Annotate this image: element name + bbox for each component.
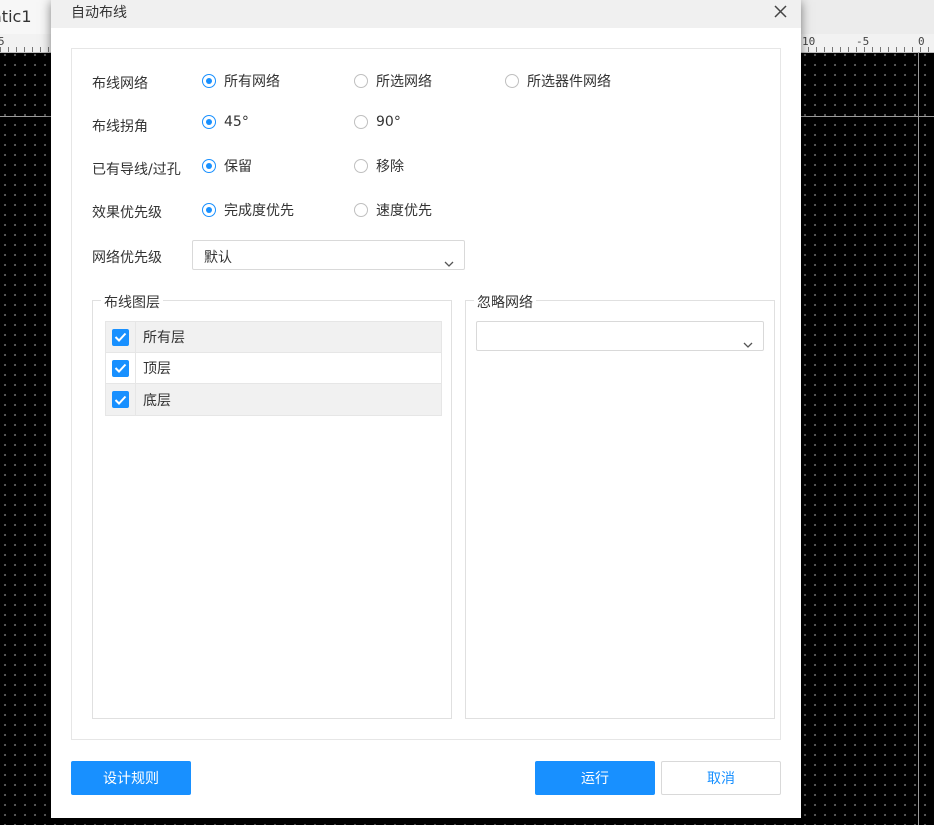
radio-label: 速度优先 — [376, 203, 432, 219]
ignore-nets-select[interactable] — [476, 321, 764, 351]
radio-unchecked-icon — [354, 115, 368, 129]
ignore-nets-title: 忽略网络 — [474, 292, 536, 312]
ruler-right: 10 -5 0 — [800, 34, 934, 53]
net-priority-select[interactable]: 默认 — [192, 240, 465, 270]
dialog-content: 布线网络 所有网络 所选网络 所选器件网络 布线拐角 45° 90° 已有导线/… — [71, 48, 781, 740]
radio-checked-icon — [202, 115, 216, 129]
radio-label: 45° — [224, 114, 249, 130]
effect-priority-label: 效果优先级 — [92, 205, 162, 221]
layer-row-all[interactable]: 所有层 — [106, 322, 441, 353]
checkbox-checked-icon[interactable] — [112, 359, 129, 377]
background-document-tab[interactable]: atic1 — [0, 0, 52, 34]
radio-selected-component-nets[interactable]: 所选器件网络 — [505, 71, 611, 91]
ruler-label: -5 — [856, 35, 870, 48]
dialog-title: 自动布线 — [71, 5, 127, 21]
layer-checkbox-cell — [106, 322, 136, 352]
existing-wires-label: 已有导线/过孔 — [92, 162, 181, 178]
net-priority-value: 默认 — [204, 250, 232, 266]
layer-row-bottom[interactable]: 底层 — [106, 384, 441, 415]
routing-layers-group: 布线图层 所有层 顶层 底层 — [92, 292, 452, 719]
ruler-label: 10 — [802, 35, 816, 48]
radio-unchecked-icon — [505, 74, 519, 88]
net-priority-label: 网络优先级 — [92, 250, 162, 266]
radio-selected-nets[interactable]: 所选网络 — [354, 71, 432, 91]
radio-label: 保留 — [224, 159, 252, 175]
radio-label: 所选器件网络 — [527, 74, 611, 90]
routing-layers-title: 布线图层 — [101, 292, 163, 312]
radio-unchecked-icon — [354, 74, 368, 88]
radio-all-nets[interactable]: 所有网络 — [202, 71, 280, 91]
run-button[interactable]: 运行 — [535, 761, 655, 795]
routing-net-label: 布线网络 — [92, 76, 148, 92]
ignore-nets-group: 忽略网络 — [465, 292, 775, 719]
radio-checked-icon — [202, 74, 216, 88]
checkbox-checked-icon[interactable] — [112, 391, 129, 408]
radio-label: 完成度优先 — [224, 203, 294, 219]
radio-corner-45[interactable]: 45° — [202, 114, 249, 130]
layer-name: 底层 — [143, 392, 171, 409]
corner-label: 布线拐角 — [92, 119, 148, 135]
radio-checked-icon — [202, 159, 216, 173]
radio-remove[interactable]: 移除 — [354, 156, 404, 176]
crosshair-vertical — [918, 52, 919, 825]
design-rules-button[interactable]: 设计规则 — [71, 761, 191, 795]
chevron-down-icon — [444, 252, 454, 267]
radio-unchecked-icon — [354, 203, 368, 217]
radio-label: 所有网络 — [224, 74, 280, 90]
radio-corner-90[interactable]: 90° — [354, 114, 401, 130]
ruler-label: 0 — [918, 35, 925, 48]
checkbox-checked-icon[interactable] — [112, 328, 129, 346]
close-icon[interactable] — [769, 0, 793, 24]
chevron-down-icon — [743, 333, 753, 348]
dialog-header: 自动布线 — [51, 0, 801, 28]
radio-checked-icon — [202, 203, 216, 217]
layer-checkbox-cell — [106, 353, 136, 383]
auto-route-dialog: 自动布线 布线网络 所有网络 所选网络 所选器件网络 布线拐角 45° 90° — [51, 0, 801, 818]
layer-name: 所有层 — [143, 330, 185, 346]
ruler-left: 5 — [0, 34, 52, 53]
ruler-label: 5 — [0, 35, 5, 48]
radio-unchecked-icon — [354, 159, 368, 173]
radio-keep[interactable]: 保留 — [202, 156, 252, 176]
radio-completion-first[interactable]: 完成度优先 — [202, 200, 294, 220]
layer-row-top[interactable]: 顶层 — [106, 353, 441, 384]
cancel-button[interactable]: 取消 — [661, 761, 781, 795]
layer-name: 顶层 — [143, 361, 171, 377]
routing-layers-table: 所有层 顶层 底层 — [105, 321, 442, 416]
layer-checkbox-cell — [106, 384, 136, 415]
radio-label: 移除 — [376, 159, 404, 175]
radio-speed-first[interactable]: 速度优先 — [354, 200, 432, 220]
radio-label: 90° — [376, 114, 401, 130]
radio-label: 所选网络 — [376, 74, 432, 90]
